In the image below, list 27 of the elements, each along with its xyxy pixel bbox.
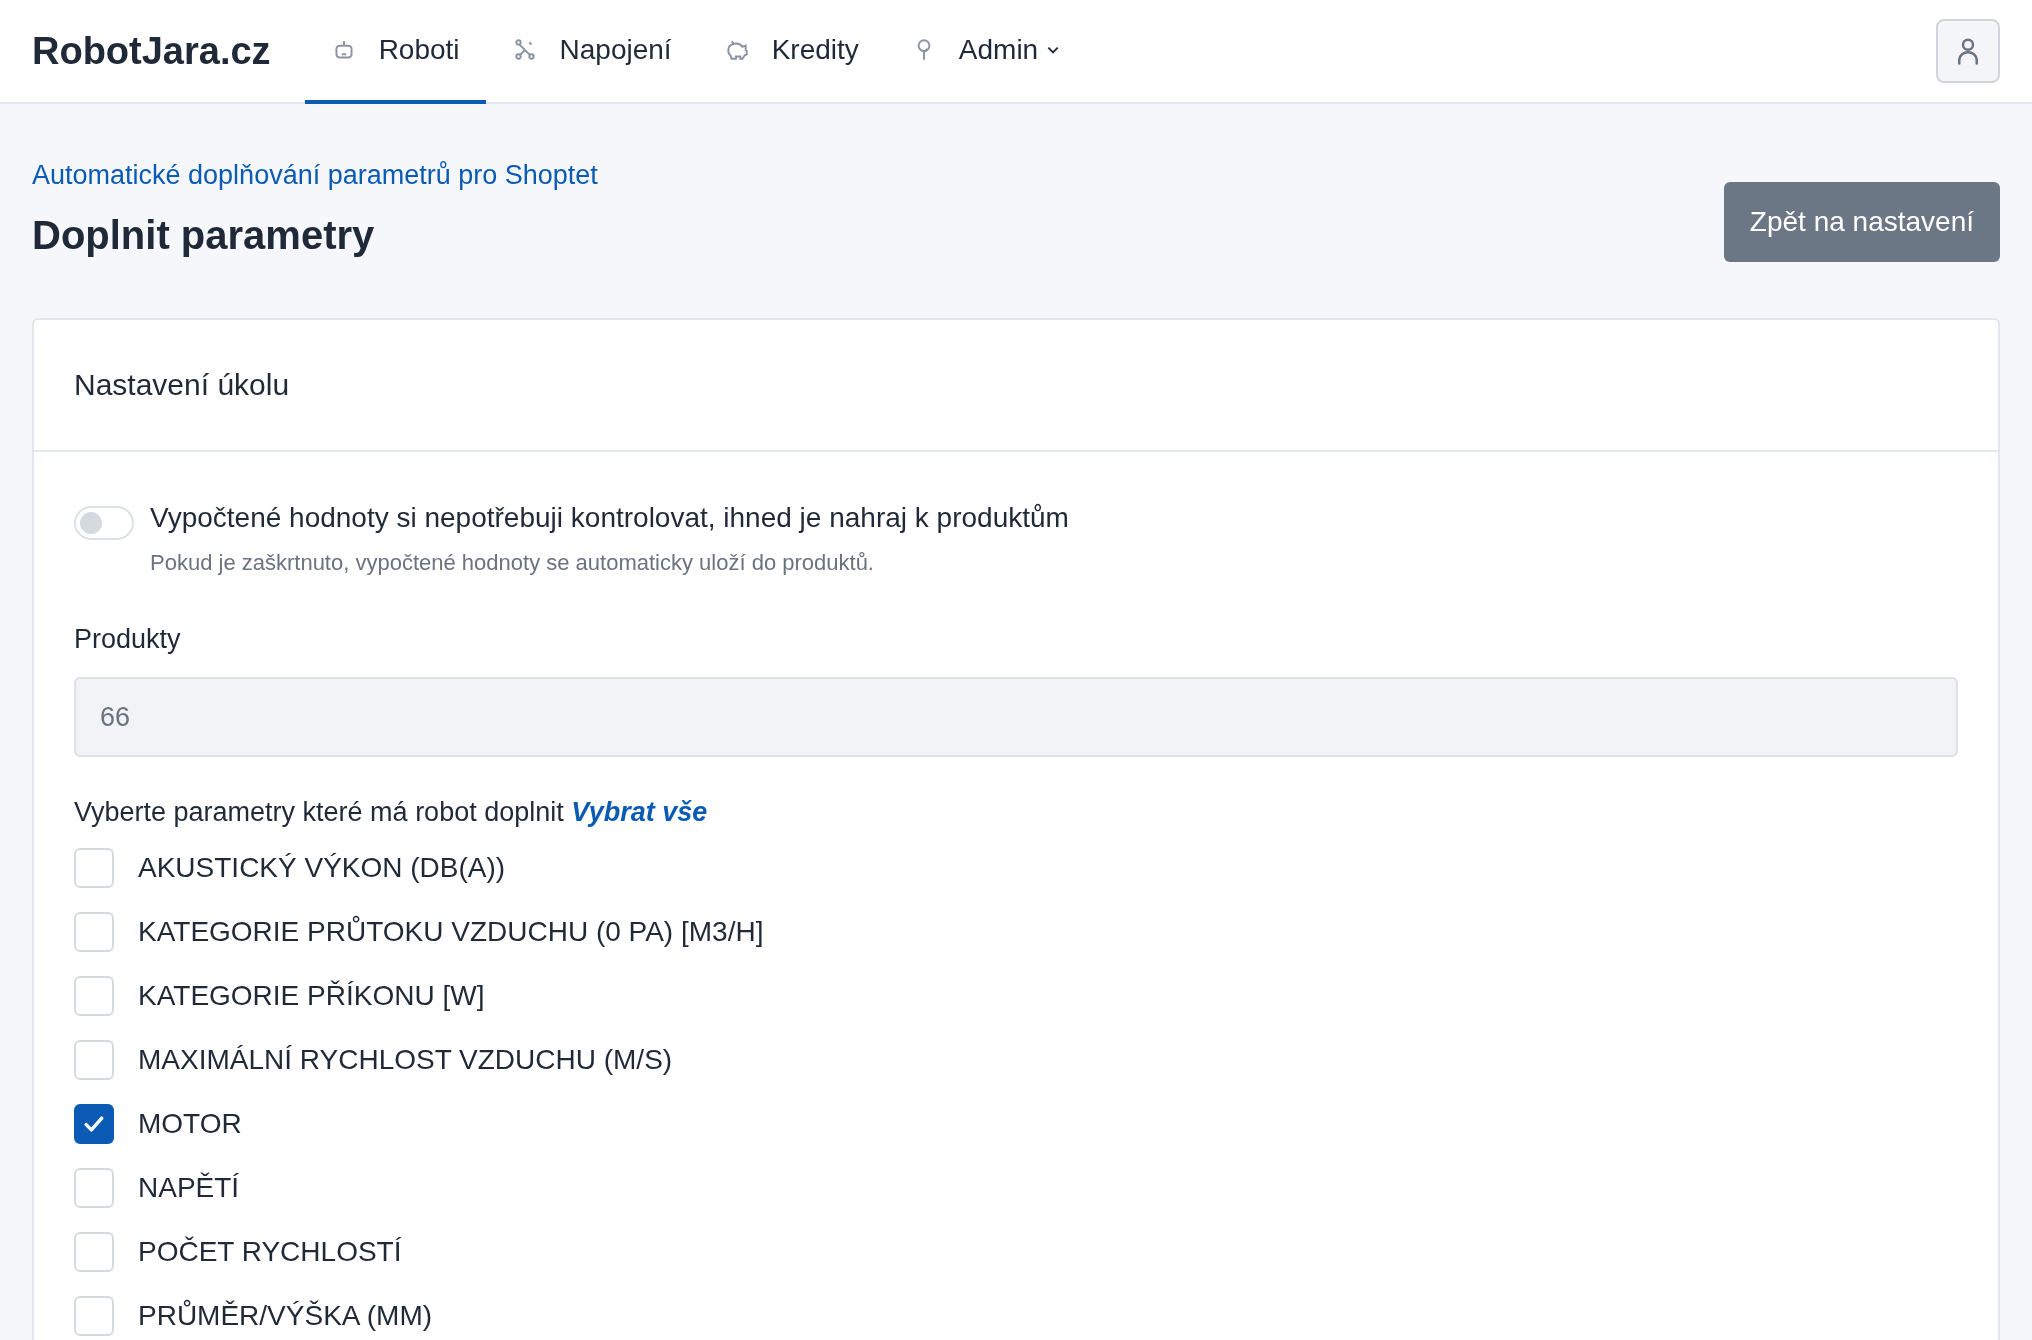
toggle-label: Vypočtené hodnoty si nepotřebuji kontrolovat, ihned je nahraj k produktům	[150, 502, 1069, 534]
breadcrumb-link[interactable]: Automatické doplňování parametrů pro Shoptet	[32, 160, 598, 191]
toggle-switch[interactable]	[74, 506, 134, 540]
checkbox-label[interactable]: NAPĚTÍ	[138, 1172, 240, 1204]
products-field[interactable]: 66	[74, 677, 1958, 757]
page-title: Doplnit parametry	[32, 213, 376, 258]
nav-tab[interactable]: Napojení	[485, 0, 698, 104]
checkbox-label[interactable]: AKUSTICKÝ VÝKON (DB(A))	[138, 852, 506, 884]
field-label: Produkty	[74, 624, 182, 655]
checkbox-label[interactable]: KATEGORIE PŘÍKONU [W]	[138, 980, 485, 1012]
nav-tab[interactable]: Admin	[884, 0, 1087, 104]
back-button[interactable]: Zpět na nastavení	[1723, 182, 2000, 262]
card-title: Nastavení úkolu	[74, 368, 290, 402]
caret-icon	[1046, 45, 1061, 55]
params-label: Vyberte parametry které má robot doplnit	[74, 797, 564, 827]
user-menu-button[interactable]	[1936, 19, 2000, 83]
checkbox-label[interactable]: POČET RYCHLOSTÍ	[138, 1236, 402, 1268]
help-text: Pokud je zaškrtnuto, vypočtené hodnoty se automaticky uloží do produktů.	[150, 550, 875, 576]
checkbox-label[interactable]: KATEGORIE PRŮTOKU VZDUCHU (0 PA) [M3/H]	[138, 916, 764, 948]
checkbox[interactable]	[74, 1104, 114, 1144]
nav-tab[interactable]: Roboti	[304, 0, 486, 104]
checkbox-label[interactable]: MAXIMÁLNÍ RYCHLOST VZDUCHU (M/S)	[138, 1044, 673, 1076]
checkbox-label[interactable]: PRŮMĚR/VÝŠKA (MM)	[138, 1300, 433, 1332]
checkbox-label[interactable]: MOTOR	[138, 1108, 242, 1140]
nav-tab[interactable]: Kredity	[697, 0, 885, 104]
select-all-link[interactable]: Vybrat vše	[571, 797, 708, 827]
brand-logo[interactable]: RobotJara.cz	[32, 29, 271, 73]
